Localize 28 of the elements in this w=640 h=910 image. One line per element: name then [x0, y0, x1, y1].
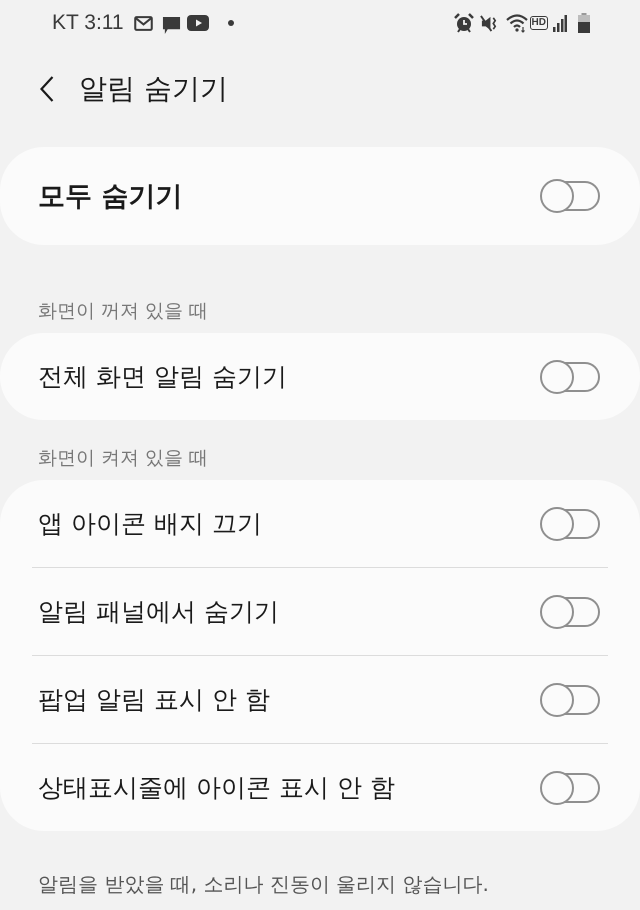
- alarm-clock-icon: [454, 13, 474, 33]
- mute-icon: [480, 14, 499, 32]
- play-icon: [186, 15, 209, 31]
- carrier-time: KT 3:11: [52, 11, 124, 35]
- toggle-switch[interactable]: [540, 770, 600, 804]
- battery-icon: [578, 13, 590, 33]
- toggle-switch[interactable]: [540, 682, 600, 716]
- setting-label: 알림 패널에서 숨기기: [38, 596, 279, 628]
- setting-label: 앱 아이콘 배지 끄기: [38, 508, 262, 540]
- section-header: 화면이 꺼져 있을 때: [38, 299, 208, 323]
- toggle-switch[interactable]: [540, 594, 600, 628]
- chat-bubble-icon: [162, 16, 181, 34]
- section-header: 화면이 켜져 있을 때: [38, 446, 208, 470]
- mail-icon: [134, 16, 153, 30]
- chevron-left-icon: [40, 76, 54, 102]
- toggle-switch[interactable]: [540, 506, 600, 540]
- setting-label: 상태표시줄에 아이콘 표시 안 함: [38, 772, 395, 804]
- wifi-icon: [506, 13, 528, 33]
- dot-icon: [228, 20, 234, 26]
- footer-note: 알림을 받았을 때, 소리나 진동이 울리지 않습니다.: [38, 872, 489, 896]
- signal-bars-icon: [553, 14, 567, 32]
- setting-label: 전체 화면 알림 숨기기: [38, 361, 287, 393]
- toggle-switch[interactable]: [540, 179, 600, 213]
- toggle-switch[interactable]: [540, 360, 600, 394]
- setting-label: 팝업 알림 표시 안 함: [38, 684, 270, 716]
- setting-label: 모두 숨기기: [38, 180, 182, 214]
- hd-badge: HD: [530, 16, 548, 30]
- page-title: 알림 숨기기: [79, 71, 228, 107]
